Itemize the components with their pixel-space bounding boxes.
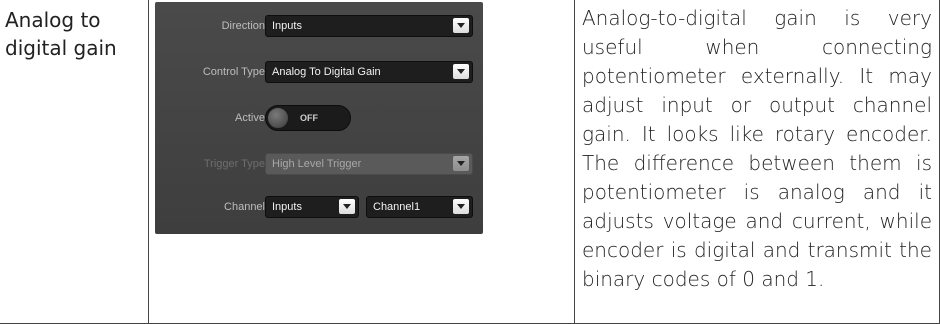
control-type-select[interactable]: Analog To Digital Gain: [265, 61, 473, 83]
control-type-label: Control Type: [202, 66, 265, 78]
channel-group-select[interactable]: Inputs: [265, 196, 359, 218]
chevron-down-icon[interactable]: [453, 18, 469, 33]
channel-select[interactable]: Channel1: [366, 196, 473, 218]
channel-row: Channel Inputs Channel1: [155, 195, 483, 219]
settings-panel: Direction Inputs Control Type Analog To …: [155, 2, 483, 234]
chevron-down-icon[interactable]: [339, 199, 355, 214]
chevron-down-icon: [453, 156, 469, 171]
column-divider-right: [574, 0, 575, 323]
feature-name: Analog to digital gain: [5, 8, 117, 60]
channel-value: Channel1: [373, 201, 421, 213]
feature-table-row: Analog to digital gain Direction Inputs …: [0, 0, 940, 324]
column-divider-left: [148, 0, 149, 323]
toggle-state-text: OFF: [300, 113, 318, 123]
active-row: Active OFF: [155, 105, 483, 131]
direction-label: Direction: [221, 20, 265, 32]
feature-description: Analog-to-digital gain is very useful wh…: [582, 6, 932, 291]
control-type-value: Analog To Digital Gain: [272, 66, 381, 78]
trigger-type-label: Trigger Type: [203, 158, 265, 170]
trigger-type-select: High Level Trigger: [265, 153, 473, 175]
direction-row: Direction Inputs: [155, 14, 483, 38]
trigger-type-row: Trigger Type High Level Trigger: [155, 152, 483, 176]
control-type-row: Control Type Analog To Digital Gain: [155, 60, 483, 84]
toggle-knob: [267, 107, 289, 129]
channel-group-value: Inputs: [272, 201, 302, 213]
active-label: Active: [235, 112, 265, 124]
trigger-type-value: High Level Trigger: [272, 158, 362, 170]
active-toggle[interactable]: OFF: [265, 105, 351, 131]
channel-label: Channel: [224, 201, 265, 213]
direction-select[interactable]: Inputs: [265, 15, 473, 37]
chevron-down-icon[interactable]: [453, 199, 469, 214]
chevron-down-icon[interactable]: [453, 64, 469, 79]
direction-value: Inputs: [272, 20, 302, 32]
